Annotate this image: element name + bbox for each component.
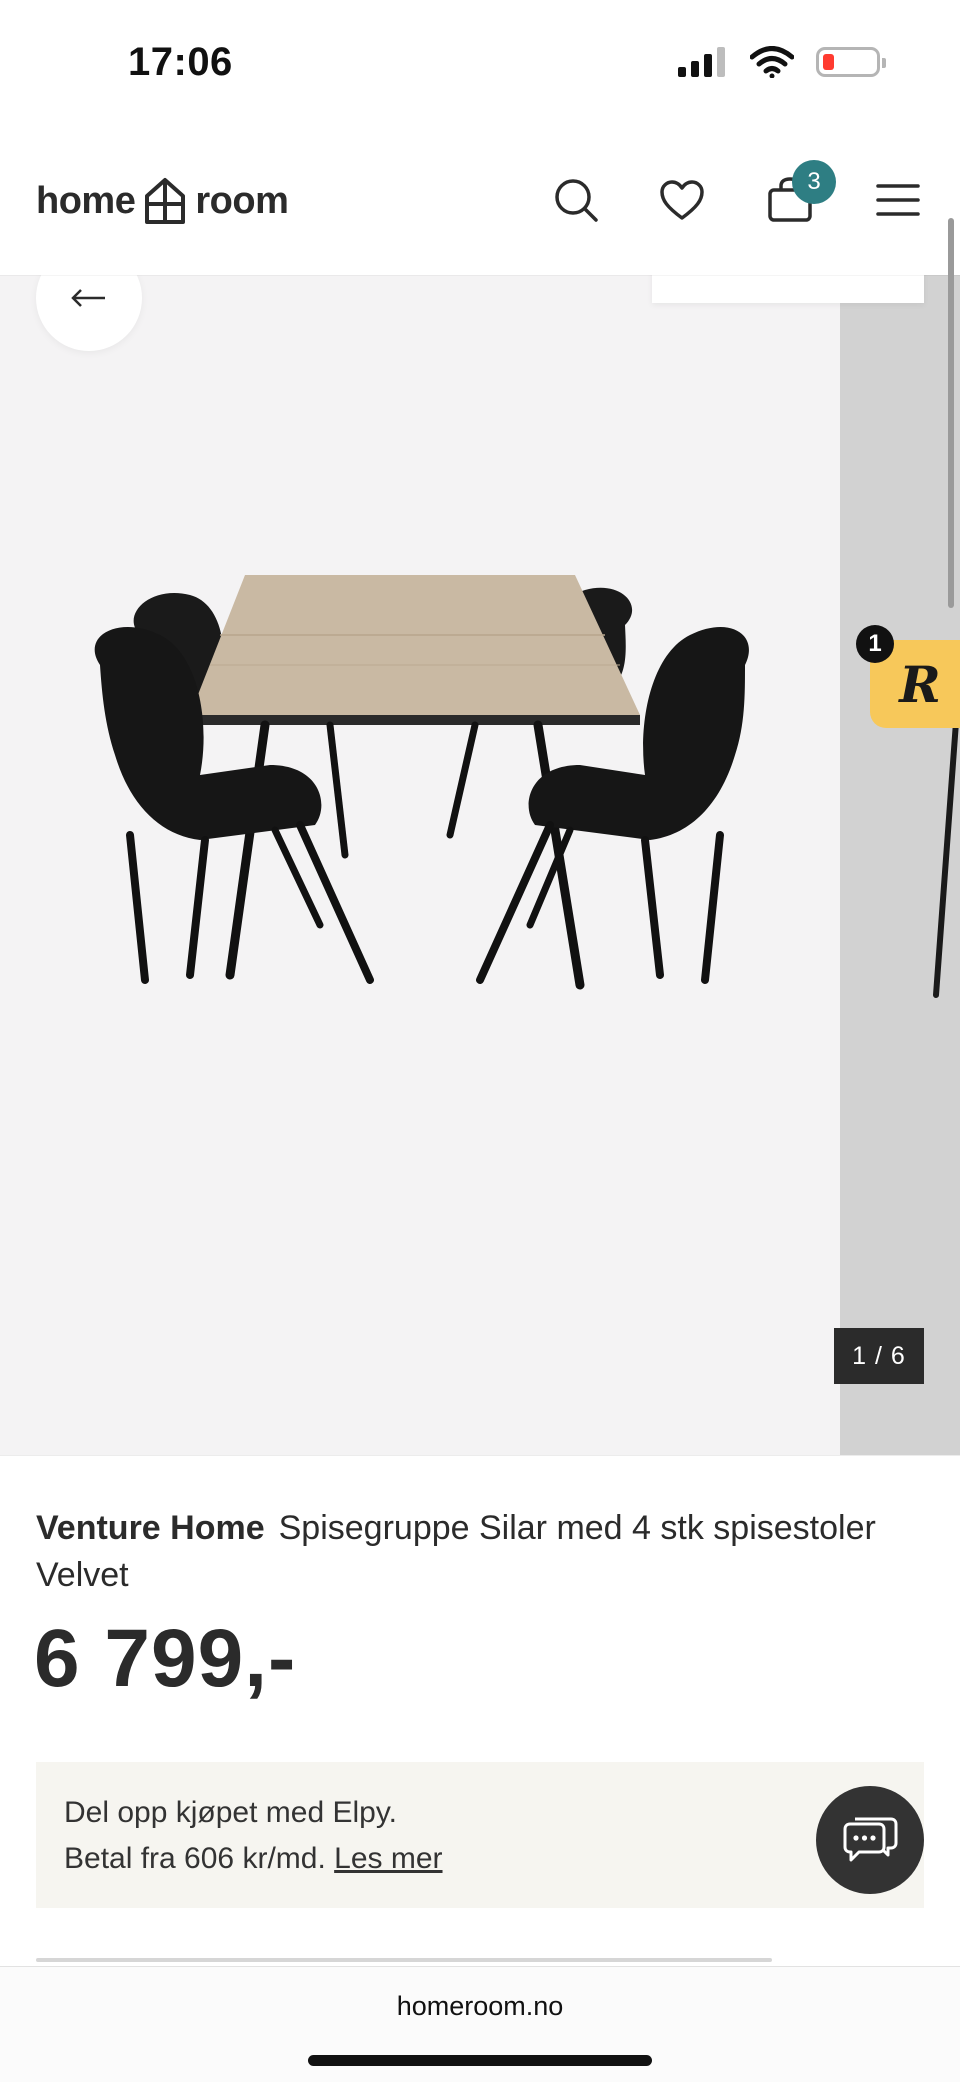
cart-count-badge: 3 xyxy=(792,160,836,204)
back-button[interactable] xyxy=(36,275,142,351)
wifi-icon xyxy=(750,46,794,78)
logo-text-home: home xyxy=(36,179,136,222)
next-slide-preview[interactable] xyxy=(840,275,960,1455)
house-logo-icon xyxy=(145,178,186,224)
logo-text-room: room xyxy=(195,179,289,222)
hamburger-menu-icon xyxy=(876,184,920,216)
home-indicator[interactable] xyxy=(308,2055,652,2066)
status-time: 17:06 xyxy=(128,40,233,84)
reviews-badge-letter: R xyxy=(899,654,941,714)
financing-monthly-text: Betal fra 606 kr/md. xyxy=(64,1842,326,1875)
cellular-signal-icon xyxy=(678,47,725,77)
product-photo-dining-set xyxy=(94,575,749,990)
status-bar: 17:06 xyxy=(0,0,960,130)
search-button[interactable] xyxy=(546,170,606,230)
heart-icon xyxy=(660,180,704,220)
product-title: Venture Home Spisegruppe Silar med 4 stk … xyxy=(36,1505,896,1599)
battery-low-icon xyxy=(816,47,886,77)
chat-button[interactable] xyxy=(816,1786,924,1894)
menu-button[interactable] xyxy=(868,170,928,230)
arrow-left-icon xyxy=(71,289,105,307)
product-brand[interactable]: Venture Home xyxy=(36,1509,265,1547)
read-more-link[interactable]: Les mer xyxy=(334,1842,442,1875)
search-icon xyxy=(555,179,598,222)
wishlist-button[interactable] xyxy=(652,170,712,230)
browser-address-bar[interactable]: homeroom.no xyxy=(0,1966,960,2082)
financing-info-box: Del opp kjøpet med Elpy. Betal fra 606 k… xyxy=(36,1762,924,1908)
floating-dropdown-edge[interactable] xyxy=(652,275,924,303)
divider xyxy=(0,1455,960,1456)
financing-line-1: Del opp kjøpet med Elpy. xyxy=(64,1796,397,1829)
financing-line-2: Betal fra 606 kr/md. Les mer xyxy=(64,1836,896,1882)
image-counter: 1 / 6 xyxy=(834,1328,924,1384)
partial-section-divider xyxy=(36,1958,772,1962)
scroll-indicator[interactable] xyxy=(948,218,954,608)
status-icons xyxy=(678,46,886,78)
product-price: 6 799,- xyxy=(34,1613,297,1704)
chat-bubbles-icon xyxy=(843,1817,898,1862)
homeroom-logo[interactable]: home room xyxy=(36,176,289,226)
reviews-count-badge: 1 xyxy=(856,625,894,663)
browser-url[interactable]: homeroom.no xyxy=(0,1991,960,2022)
product-image-gallery[interactable]: R 1 1 / 6 xyxy=(0,275,960,1455)
